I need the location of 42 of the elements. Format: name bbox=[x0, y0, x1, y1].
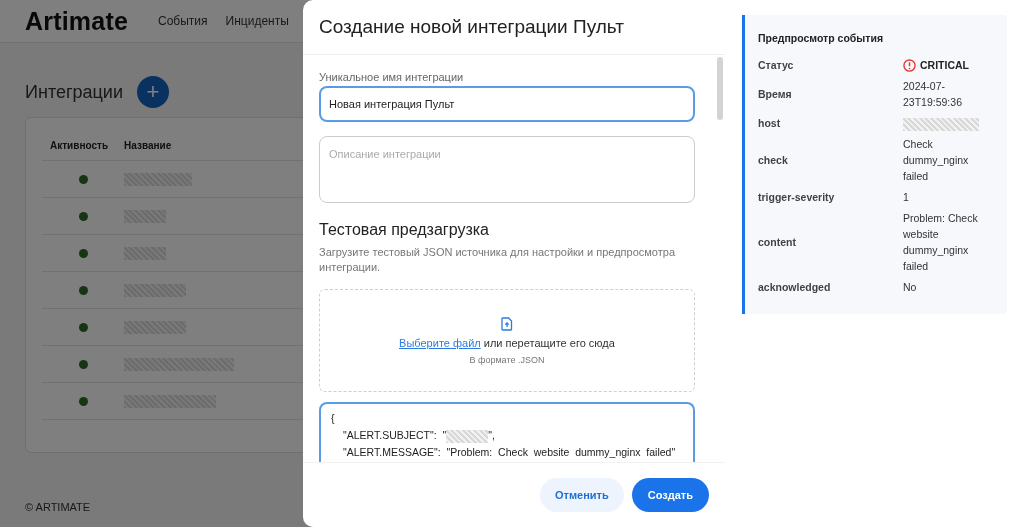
code-text: "ALERT.MESSAGE": "Problem: Check website dummy_nginx failed" bbox=[343, 446, 676, 458]
field-value: Check dummy_nginx failed bbox=[903, 138, 969, 182]
alert-icon bbox=[903, 58, 916, 72]
description-field[interactable]: Описание интеграции bbox=[319, 136, 695, 203]
status-value: CRITICAL bbox=[920, 58, 969, 73]
json-field[interactable]: { "ALERT.SUBJECT": " ", "ALERT.MESSAGE": "Problem: Check website dummy_nginx failed" bbox=[319, 402, 695, 462]
scrollbar-thumb[interactable] bbox=[717, 57, 723, 120]
nav-link[interactable]: Инциденты bbox=[225, 14, 289, 28]
field-name: Статус bbox=[758, 59, 795, 71]
code-text: ", bbox=[488, 429, 495, 441]
field-name: host bbox=[758, 117, 782, 129]
field-value: 2024-07-23T19:59:36 bbox=[903, 80, 962, 108]
field-label: Уникальное имя интеграции bbox=[319, 71, 465, 83]
drawer-title: Создание новой интеграции Пульт bbox=[319, 16, 624, 38]
file-dropzone[interactable]: Выберите файл или перетащите его сюда В формате .JSON bbox=[319, 289, 695, 392]
format-hint: В формате .JSON bbox=[469, 354, 545, 365]
footer-text: © ARTIMATE bbox=[24, 501, 92, 515]
name-field[interactable]: Новая интеграция Пульт bbox=[319, 86, 695, 122]
create-button[interactable]: Создать bbox=[631, 478, 709, 512]
section-text: Загрузите тестовый JSON источника для настройки и предпросмотра интеграции. bbox=[319, 245, 676, 275]
field-value: Problem: Check website dummy_nginx failed bbox=[903, 212, 978, 272]
add-button[interactable]: + bbox=[136, 76, 169, 108]
field-value: 1 bbox=[903, 191, 909, 203]
page-title: Интеграции bbox=[25, 81, 123, 103]
column-header: Название bbox=[124, 139, 172, 151]
column-header: Активность bbox=[49, 139, 110, 151]
field-name: trigger-severity bbox=[758, 191, 836, 203]
nav-link[interactable]: События bbox=[158, 14, 208, 28]
preview-title: Предпросмотр события bbox=[758, 32, 885, 44]
field-name: content bbox=[758, 236, 797, 248]
field-name: Время bbox=[758, 88, 793, 100]
code-text: { bbox=[331, 412, 335, 424]
field-name: acknowledged bbox=[758, 281, 832, 293]
choose-file-link[interactable]: Выберите файл bbox=[399, 336, 481, 349]
field-value: No bbox=[903, 281, 917, 293]
dropzone-text: или перетащите его сюда bbox=[483, 336, 615, 349]
cancel-button[interactable]: Отменить bbox=[540, 478, 624, 512]
code-text: "ALERT.SUBJECT": " bbox=[343, 429, 447, 441]
file-upload-icon bbox=[501, 316, 513, 331]
logo[interactable]: Artimate bbox=[25, 6, 129, 36]
field-name: check bbox=[758, 154, 789, 166]
section-title: Тестовая предзагрузка bbox=[319, 221, 490, 239]
